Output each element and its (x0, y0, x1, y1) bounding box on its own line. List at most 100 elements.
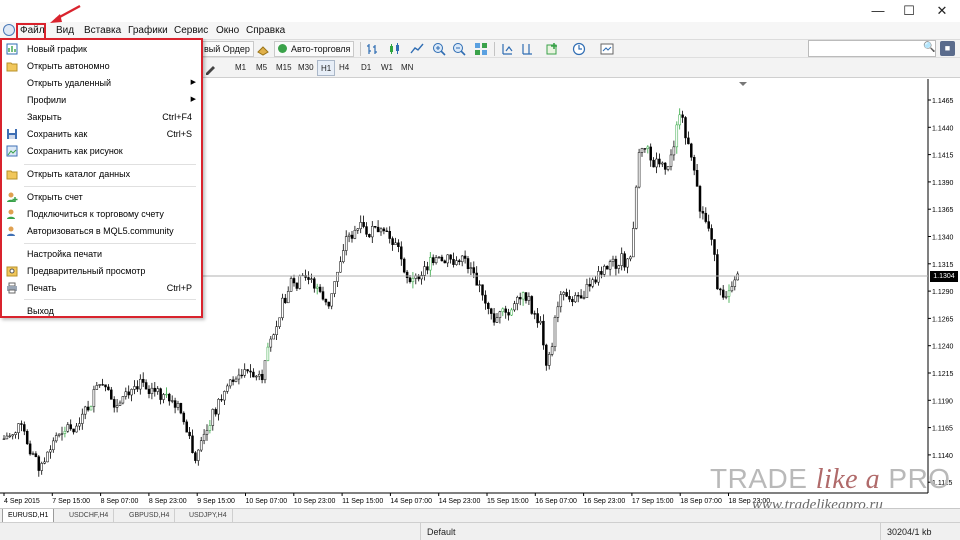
close-button[interactable]: ✕ (926, 0, 958, 22)
timeframe-m15[interactable]: M15 (273, 60, 295, 76)
candle-body (585, 284, 589, 298)
time-label: 10 Sep 23:00 (294, 498, 336, 505)
menu-exit-label: Выход (27, 306, 54, 316)
new-order-button[interactable]: вый Ордер (200, 41, 254, 57)
menu-help[interactable]: Справка (246, 22, 285, 40)
drawing-tool-icon[interactable] (204, 61, 218, 75)
menu-mql5-login[interactable]: Авторизоваться в MQL5.community (2, 223, 201, 239)
search-icon[interactable]: 🔍 (923, 42, 935, 53)
candle-body (66, 424, 70, 432)
candle-body (440, 256, 444, 262)
menu-open-data-folder[interactable]: Открыть каталог данных (2, 166, 201, 182)
price-label: 1.1140 (932, 453, 953, 460)
zoom-in-icon[interactable] (432, 42, 446, 56)
timeframe-mn[interactable]: MN (398, 60, 416, 76)
timeframe-d1[interactable]: D1 (358, 60, 374, 76)
price-label: 1.1415 (932, 153, 954, 160)
candle-body (17, 423, 20, 433)
candle-body (727, 290, 731, 297)
candlestick-icon[interactable] (388, 42, 402, 56)
menu-exit[interactable]: Выход (2, 303, 201, 319)
indicators-icon[interactable] (546, 42, 560, 56)
search-input[interactable] (808, 40, 936, 57)
watermark-brand-end: PRO (888, 463, 951, 494)
menu-open-account-label: Открыть счет (27, 192, 83, 202)
time-label: 4 Sep 2015 (4, 498, 40, 505)
auto-trading-button[interactable]: Авто-торговля (274, 41, 355, 57)
timeframe-h4[interactable]: H4 (336, 60, 352, 76)
menu-save-picture[interactable]: Сохранить как рисунок (2, 143, 201, 159)
candle-body (643, 148, 647, 150)
tab-eurusd-h1[interactable]: EURUSD,H1 (2, 509, 55, 523)
bar-chart-icon[interactable] (366, 42, 380, 56)
tile-windows-icon[interactable] (474, 42, 488, 56)
tab-gbpusd-h4[interactable]: GBPUSD,H4 (124, 509, 176, 523)
menu-open-offline[interactable]: Открыть автономно (2, 58, 201, 74)
candle-body (431, 257, 435, 264)
candle-body (666, 166, 670, 170)
price-label: 1.1190 (932, 398, 953, 405)
candle-body (197, 449, 200, 461)
status-bar: Default 30204/1 kb (0, 522, 960, 540)
candle-body (107, 386, 110, 391)
minimize-button[interactable]: — (862, 0, 894, 22)
chart-shift-marker[interactable] (739, 82, 747, 86)
candle-body (336, 271, 339, 282)
candle-body (199, 440, 203, 451)
candle-body (72, 428, 75, 433)
candle-body (594, 279, 597, 283)
menu-close[interactable]: Закрыть Ctrl+F4 (2, 109, 201, 125)
periods-icon[interactable] (572, 42, 586, 56)
candle-body (597, 271, 600, 283)
candle-body (185, 421, 188, 433)
account-icon[interactable]: ■ (940, 41, 955, 56)
menu-open-account[interactable]: Открыть счет (2, 189, 201, 205)
timeframe-h1[interactable]: H1 (317, 60, 336, 76)
timeframe-m1[interactable]: M1 (232, 60, 249, 76)
time-label: 18 Sep 07:00 (680, 498, 722, 505)
menu-save-as[interactable]: Сохранить как Ctrl+S (2, 126, 201, 142)
line-chart-icon[interactable] (410, 42, 424, 56)
menu-profiles[interactable]: Профили ▶ (2, 92, 201, 108)
candle-body (176, 403, 180, 408)
gold-bars-icon[interactable] (256, 42, 270, 56)
menu-print-label: Печать (27, 283, 57, 293)
maximize-button[interactable]: ☐ (893, 0, 925, 22)
menu-print-shortcut: Ctrl+P (166, 283, 192, 293)
autoscroll-icon[interactable] (500, 42, 514, 56)
timeframe-m30[interactable]: M30 (295, 60, 317, 76)
tab-usdchf-h4[interactable]: USDCHF,H4 (64, 509, 115, 523)
zoom-out-icon[interactable] (452, 42, 466, 56)
candle-body (8, 435, 12, 437)
title-bar: — ☐ ✕ (0, 0, 960, 22)
menu-new-chart[interactable]: Новый график (2, 41, 201, 57)
candle-body (426, 266, 429, 271)
candle-body (608, 261, 612, 270)
candle-body (353, 229, 357, 239)
candle-body (695, 170, 699, 187)
templates-icon[interactable] (600, 42, 614, 56)
menu-connect-account-label: Подключиться к торговому счету (27, 209, 164, 219)
candle-body (2, 438, 6, 440)
menu-print[interactable]: Печать Ctrl+P (2, 280, 201, 296)
candle-body (661, 162, 664, 165)
candle-body (289, 278, 293, 292)
timeframe-m5[interactable]: M5 (253, 60, 270, 76)
candle-body (112, 399, 116, 408)
menu-print-setup[interactable]: Настройка печати (2, 246, 201, 262)
candle-body (698, 186, 702, 212)
menu-print-preview[interactable]: Предварительный просмотр (2, 263, 201, 279)
candle-body (658, 158, 661, 165)
menu-connect-account[interactable]: Подключиться к торговому счету (2, 206, 201, 222)
candle-body (547, 354, 551, 366)
candle-body (707, 221, 710, 229)
tab-usdjpy-h4[interactable]: USDJPY,H4 (184, 509, 233, 523)
menu-open-remote[interactable]: Открыть удаленный ▶ (2, 75, 201, 91)
menu-window[interactable]: Окно (216, 22, 239, 40)
timeframe-w1[interactable]: W1 (378, 60, 396, 76)
candle-body (579, 295, 583, 299)
candle-body (379, 228, 383, 233)
candle-body (324, 298, 328, 303)
chart-shift-icon[interactable] (520, 42, 534, 56)
price-label: 1.1265 (932, 316, 954, 323)
